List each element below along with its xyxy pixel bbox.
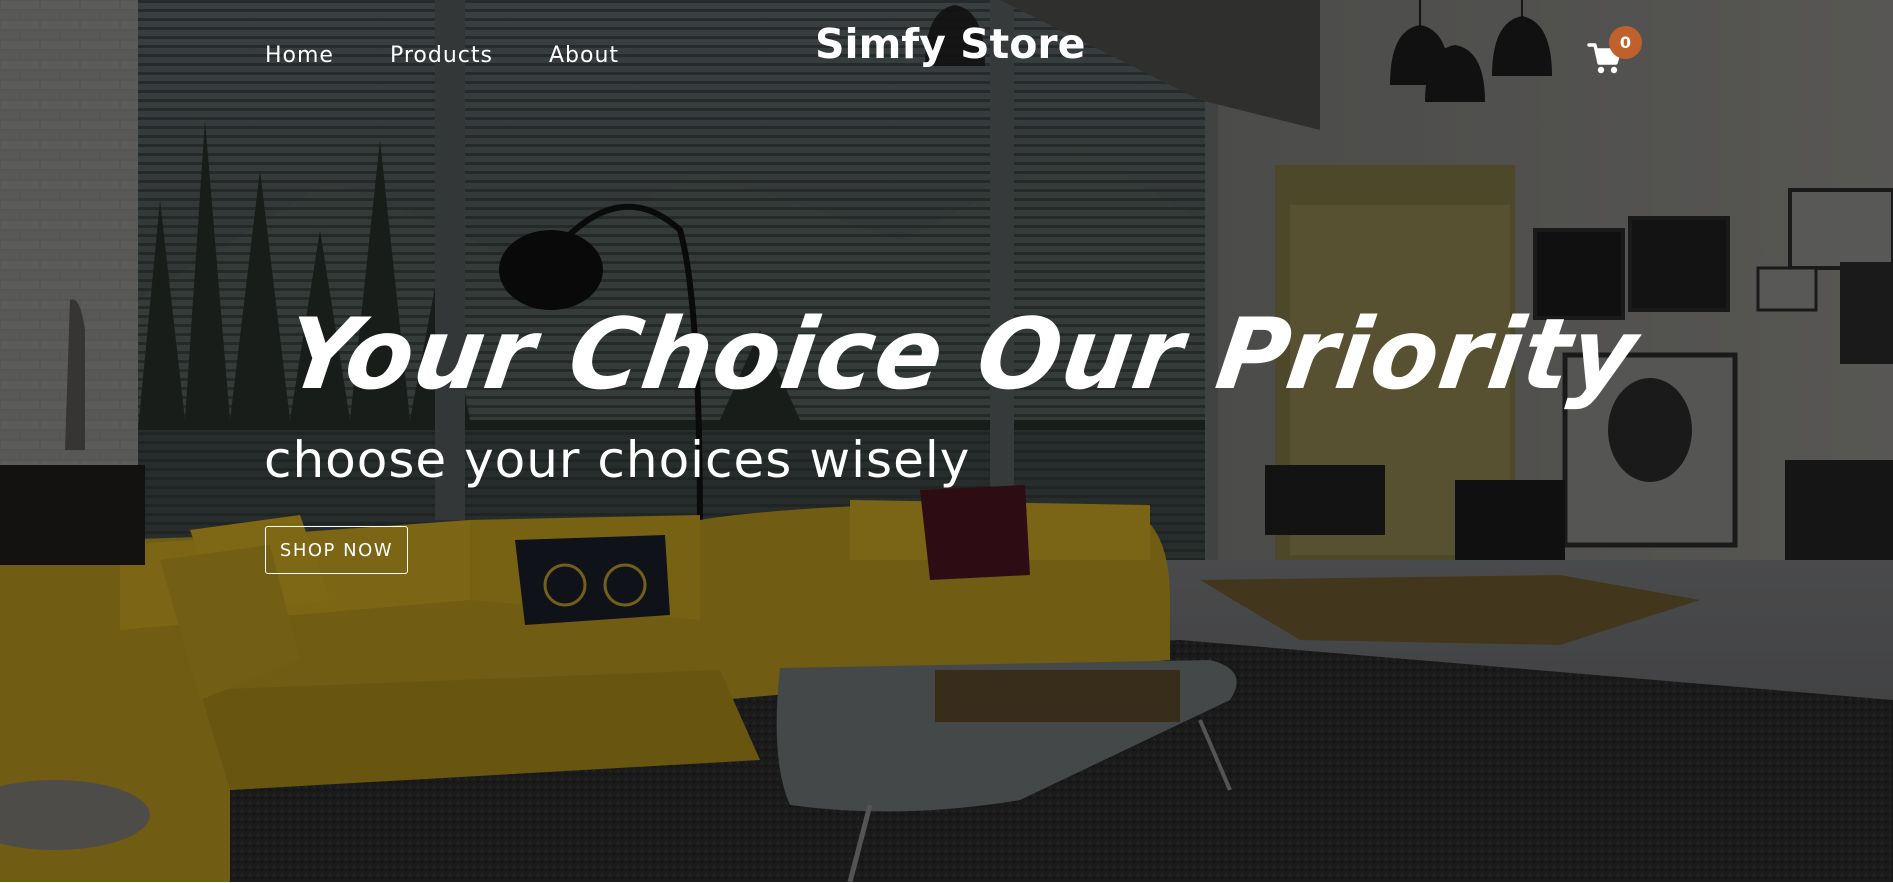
- brand-logo-text[interactable]: Simfy Store: [815, 18, 1085, 70]
- shop-now-button[interactable]: SHOP NOW: [265, 526, 408, 574]
- hero-headline: Your Choice Our Priority: [279, 298, 1645, 412]
- hero-subheadline: choose your choices wisely: [264, 431, 971, 489]
- nav-link-home[interactable]: Home: [265, 40, 334, 72]
- cart-count-badge: 0: [1609, 26, 1642, 59]
- main-nav: Home Products About: [265, 40, 675, 72]
- nav-link-products[interactable]: Products: [390, 40, 493, 72]
- nav-link-about[interactable]: About: [549, 40, 619, 72]
- hero-banner: Home Products About Simfy Store 0 Your C…: [0, 0, 1893, 882]
